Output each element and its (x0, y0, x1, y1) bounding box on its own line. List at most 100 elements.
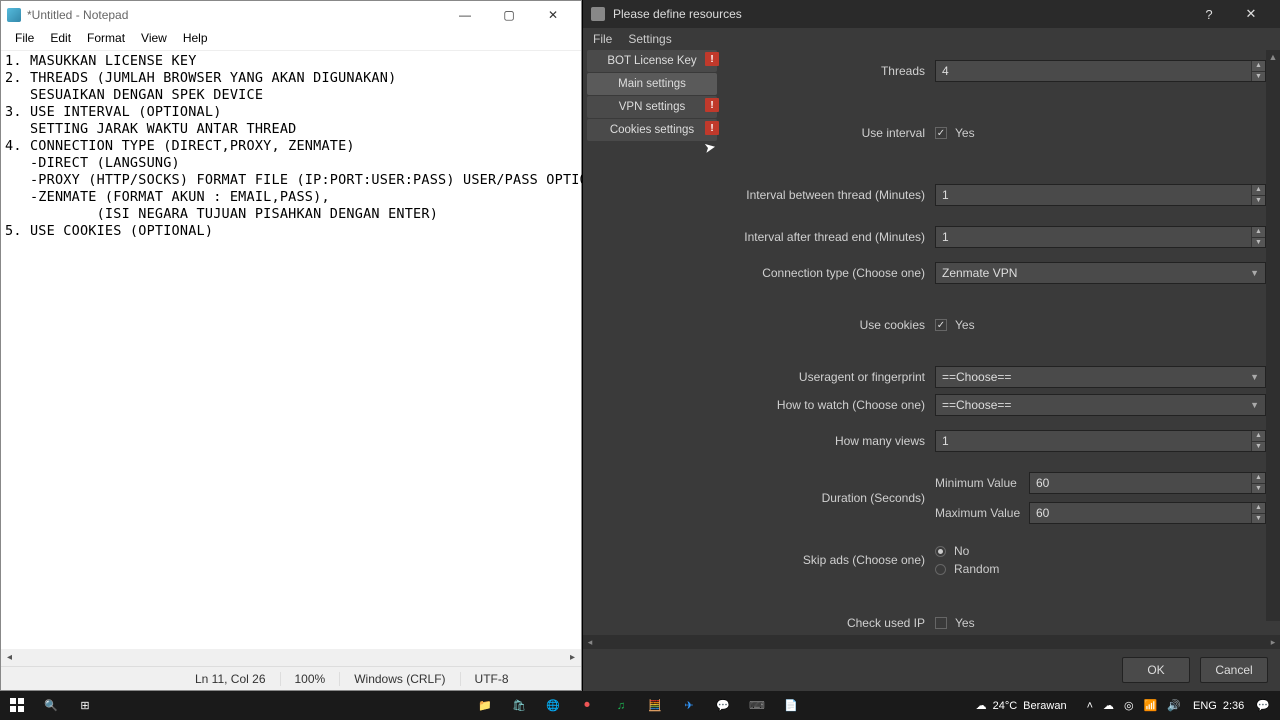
taskbar-app[interactable]: 📁 (468, 691, 502, 720)
radio-icon (935, 546, 946, 557)
label-min-value: Minimum Value (935, 476, 1029, 490)
weather-widget[interactable]: ☁ 24°C Berawan (968, 699, 1075, 712)
start-button[interactable] (0, 691, 34, 720)
search-button[interactable]: 🔍 (34, 691, 68, 720)
scroll-left-icon[interactable]: ◂ (583, 635, 597, 649)
how-watch-select[interactable]: ==Choose==▼ (935, 394, 1266, 416)
dialog-close-button[interactable]: ✕ (1230, 1, 1272, 27)
warning-icon: ! (705, 52, 719, 66)
cancel-button[interactable]: Cancel (1200, 657, 1268, 683)
use-cookies-checkbox[interactable]: Yes (935, 316, 1266, 334)
check-ip-checkbox[interactable]: Yes (935, 614, 1266, 632)
interval-between-input[interactable]: ▲▼ (935, 184, 1266, 206)
system-tray[interactable]: ˄ ☁ ◎ 📶 🔊 (1081, 699, 1187, 712)
menu-edit[interactable]: Edit (42, 29, 79, 50)
connection-type-select[interactable]: Zenmate VPN▼ (935, 262, 1266, 284)
taskbar-app[interactable]: ⌨ (740, 691, 774, 720)
menu-help[interactable]: Help (175, 29, 216, 50)
notepad-window: *Untitled - Notepad — ▢ ✕ File Edit Form… (0, 0, 582, 691)
spin-up-icon[interactable]: ▲ (1251, 431, 1265, 442)
taskbar-app[interactable]: ♫ (604, 691, 638, 720)
duration-min-input[interactable]: ▲▼ (1029, 472, 1266, 494)
scroll-right-icon[interactable]: ▸ (564, 649, 581, 666)
check-icon (935, 127, 947, 139)
language-indicator[interactable]: ENG (1193, 700, 1217, 712)
cloud-icon[interactable]: ☁ (1103, 699, 1114, 712)
weather-temp: 24°C (993, 700, 1018, 712)
spin-up-icon[interactable]: ▲ (1251, 473, 1265, 484)
dialog-menu-file[interactable]: File (593, 28, 612, 50)
check-icon (935, 617, 947, 629)
dialog-h-scrollbar[interactable]: ◂▸ (583, 635, 1280, 649)
sidebar-item-vpn[interactable]: VPN settings! (587, 96, 717, 118)
menu-file[interactable]: File (7, 29, 42, 50)
label-useragent: Useragent or fingerprint (725, 370, 935, 384)
label-skip-ads: Skip ads (Choose one) (725, 553, 935, 567)
volume-icon[interactable]: 🔊 (1167, 699, 1181, 712)
menu-view[interactable]: View (133, 29, 175, 50)
close-button[interactable]: ✕ (531, 2, 575, 28)
dialog-menu-settings[interactable]: Settings (628, 28, 671, 50)
taskbar-app[interactable]: 🧮 (638, 691, 672, 720)
help-button[interactable]: ? (1188, 1, 1230, 27)
v-scrollbar[interactable]: ▲ (1266, 50, 1280, 621)
notepad-titlebar[interactable]: *Untitled - Notepad — ▢ ✕ (1, 1, 581, 29)
minimize-button[interactable]: — (443, 2, 487, 28)
taskbar-app[interactable]: 🌐 (536, 691, 570, 720)
sidebar-item-license[interactable]: BOT License Key! (587, 50, 717, 72)
chevron-up-icon[interactable]: ˄ (1087, 700, 1093, 712)
notepad-textarea[interactable]: 1. MASUKKAN LICENSE KEY 2. THREADS (JUML… (1, 51, 581, 242)
spin-down-icon[interactable]: ▼ (1251, 72, 1265, 82)
taskbar-app[interactable]: 🛍 (502, 691, 536, 720)
dialog-menubar: File Settings (583, 28, 1280, 50)
wifi-icon[interactable]: 📶 (1144, 699, 1158, 712)
threads-input[interactable]: ▲▼ (935, 60, 1266, 82)
spin-down-icon[interactable]: ▼ (1251, 196, 1265, 206)
status-pos: Ln 11, Col 26 (181, 672, 280, 686)
notifications-icon[interactable]: 💬 (1250, 699, 1276, 712)
ok-button[interactable]: OK (1122, 657, 1190, 683)
spin-down-icon[interactable]: ▼ (1251, 514, 1265, 524)
menu-format[interactable]: Format (79, 29, 133, 50)
dialog-titlebar[interactable]: Please define resources ? ✕ (583, 0, 1280, 28)
spin-down-icon[interactable]: ▼ (1251, 484, 1265, 494)
label-use-cookies: Use cookies (725, 318, 935, 332)
spin-down-icon[interactable]: ▼ (1251, 442, 1265, 452)
scroll-left-icon[interactable]: ◂ (1, 649, 18, 666)
label-views: How many views (725, 434, 935, 448)
warning-icon: ! (705, 121, 719, 135)
duration-max-input[interactable]: ▲▼ (1029, 502, 1266, 524)
taskbar-app[interactable]: 💬 (706, 691, 740, 720)
spin-up-icon[interactable]: ▲ (1251, 227, 1265, 238)
use-interval-checkbox[interactable]: Yes (935, 124, 1266, 142)
label-check-ip: Check used IP (725, 616, 935, 630)
notepad-statusbar: Ln 11, Col 26 100% Windows (CRLF) UTF-8 (1, 666, 581, 690)
views-input[interactable]: ▲▼ (935, 430, 1266, 452)
taskview-button[interactable]: ⊞ (68, 691, 102, 720)
label-use-interval: Use interval (725, 126, 935, 140)
taskbar-app[interactable]: ✈ (672, 691, 706, 720)
scroll-up-icon[interactable]: ▲ (1266, 50, 1280, 64)
taskbar-app[interactable]: 📄 (774, 691, 808, 720)
spin-down-icon[interactable]: ▼ (1251, 238, 1265, 248)
spin-up-icon[interactable]: ▲ (1251, 61, 1265, 72)
useragent-select[interactable]: ==Choose==▼ (935, 366, 1266, 388)
radio-icon (935, 564, 946, 575)
scroll-right-icon[interactable]: ▸ (1266, 635, 1280, 649)
sidebar-item-main[interactable]: Main settings (587, 73, 717, 95)
h-scrollbar[interactable]: ◂ ▸ (1, 649, 581, 666)
spin-up-icon[interactable]: ▲ (1251, 185, 1265, 196)
status-enc: UTF-8 (460, 672, 523, 686)
clock[interactable]: 2:36 (1223, 700, 1244, 712)
maximize-button[interactable]: ▢ (487, 2, 531, 28)
location-icon[interactable]: ◎ (1124, 699, 1134, 712)
sidebar-item-cookies[interactable]: Cookies settings! (587, 119, 717, 141)
spin-up-icon[interactable]: ▲ (1251, 503, 1265, 514)
skip-ads-random[interactable]: Random (935, 560, 1266, 578)
cloud-icon: ☁ (976, 699, 987, 712)
taskbar-app[interactable]: ⏺ (570, 691, 604, 720)
status-zoom: 100% (280, 672, 340, 686)
skip-ads-no[interactable]: No (935, 542, 1266, 560)
label-interval-between: Interval between thread (Minutes) (725, 188, 935, 202)
interval-after-input[interactable]: ▲▼ (935, 226, 1266, 248)
